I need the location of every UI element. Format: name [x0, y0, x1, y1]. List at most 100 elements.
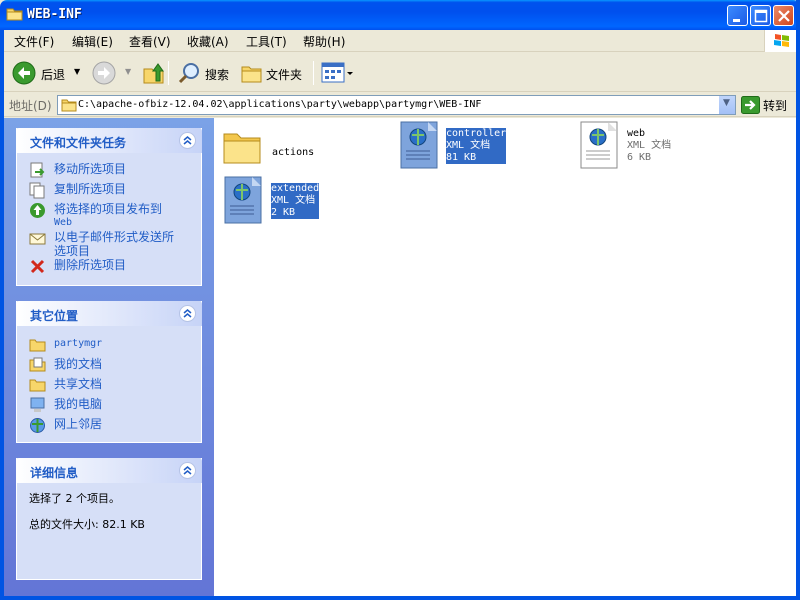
panel-title: 详细信息 [30, 466, 79, 480]
search-label[interactable]: 搜索 [205, 66, 229, 83]
task-publish-web[interactable]: 将选择的项目发布到 Web [29, 201, 193, 229]
file-list[interactable]: actions controller XML 文档 81 KB web XML … [214, 118, 796, 596]
email-icon [29, 230, 46, 250]
toolbar-separator [313, 61, 314, 85]
my-documents-icon [29, 357, 46, 375]
xml-document-icon [580, 121, 620, 172]
window-frame-right [796, 0, 800, 600]
explorer-window: WEB-INF 文件(F) 编辑(E) 查看(V) 收藏(A) 工具(T) 帮助… [0, 0, 800, 600]
task-move-selected[interactable]: 移动所选项目 [29, 161, 193, 181]
file-name: web [627, 128, 646, 139]
file-item-extended[interactable]: extended XML 文档 2 KB [224, 176, 374, 226]
place-network[interactable]: 网上邻居 [29, 416, 193, 436]
panel-title: 其它位置 [30, 309, 79, 323]
file-size: 81 KB [446, 152, 477, 163]
my-computer-icon [29, 397, 46, 417]
address-path[interactable]: C:\apache-ofbiz-12.04.02\applications\pa… [78, 99, 481, 110]
close-button[interactable] [773, 5, 794, 26]
task-pane: 文件和文件夹任务 移动所选项目 复制所选项目 将选择的项目发布到 Web 以电子… [4, 118, 214, 596]
file-type: XML 文档 [271, 195, 316, 206]
details-panel: 详细信息 选择了 2 个项目。 总的文件大小: 82.1 KB [16, 458, 202, 580]
file-size: 6 KB [627, 152, 652, 163]
address-bar: 地址(D) C:\apache-ofbiz-12.04.02\applicati… [0, 93, 800, 117]
views-button[interactable] [321, 61, 355, 85]
address-label: 地址(D) [9, 99, 52, 113]
panel-title: 文件和文件夹任务 [30, 136, 127, 150]
menu-favorites[interactable]: 收藏(A) [187, 33, 229, 50]
collapse-icon[interactable] [179, 305, 196, 322]
folder-icon [61, 98, 77, 115]
folder-icon [6, 7, 23, 21]
network-places-icon [29, 417, 46, 437]
menu-edit[interactable]: 编辑(E) [72, 33, 113, 50]
file-name: controller [446, 128, 507, 139]
back-button[interactable] [12, 61, 36, 85]
collapse-icon[interactable] [179, 462, 196, 479]
delete-icon [29, 258, 46, 278]
task-email-selected[interactable]: 以电子邮件形式发送所 选项目 [29, 229, 193, 257]
address-input[interactable]: C:\apache-ofbiz-12.04.02\applications\pa… [57, 95, 736, 115]
file-type: XML 文档 [627, 140, 672, 151]
toolbar-separator [168, 61, 169, 85]
details-header[interactable]: 详细信息 [16, 458, 202, 483]
folder-icon [29, 337, 46, 355]
file-item-actions[interactable]: actions [222, 126, 372, 176]
file-type: XML 文档 [446, 140, 491, 151]
views-icon [321, 62, 355, 88]
other-places-panel: 其它位置 partymgr 我的文档 共享文档 我的电脑 网上邻居 [16, 301, 202, 443]
file-item-controller[interactable]: controller XML 文档 81 KB [400, 121, 560, 171]
xml-document-icon [224, 176, 264, 227]
back-dropdown-icon[interactable]: ▼ [74, 67, 80, 76]
collapse-icon[interactable] [179, 132, 196, 149]
other-places-header[interactable]: 其它位置 [16, 301, 202, 326]
chevron-down-icon: ▼ [723, 98, 730, 108]
up-folder-button[interactable] [142, 61, 166, 85]
file-size: 2 KB [271, 207, 296, 218]
total-file-size: 总的文件大小: 82.1 KB [29, 518, 145, 531]
folders-icon [240, 66, 264, 88]
go-button[interactable]: 转到 [763, 97, 787, 114]
place-shared-documents[interactable]: 共享文档 [29, 376, 193, 396]
window-frame-bottom [0, 596, 800, 600]
forward-arrow-icon [92, 61, 116, 88]
window-title: WEB-INF [27, 7, 82, 22]
folders-label[interactable]: 文件夹 [266, 66, 302, 83]
back-arrow-icon [12, 61, 36, 88]
file-tasks-header[interactable]: 文件和文件夹任务 [16, 128, 202, 153]
forward-button[interactable] [92, 61, 116, 85]
menu-tools[interactable]: 工具(T) [246, 33, 287, 50]
go-arrow-icon[interactable] [741, 96, 760, 117]
place-my-computer[interactable]: 我的电脑 [29, 396, 193, 416]
menu-bar: 文件(F) 编辑(E) 查看(V) 收藏(A) 工具(T) 帮助(H) [0, 30, 800, 52]
shared-documents-icon [29, 377, 46, 395]
folder-icon [222, 126, 262, 169]
windows-logo-icon [764, 30, 800, 52]
menu-help[interactable]: 帮助(H) [303, 33, 345, 50]
task-delete-selected[interactable]: 删除所选项目 [29, 257, 193, 277]
search-button[interactable] [178, 61, 202, 85]
maximize-button[interactable] [750, 5, 771, 26]
copy-icon [29, 182, 46, 202]
xml-document-icon [400, 121, 440, 172]
place-partymgr[interactable]: partymgr [29, 336, 193, 356]
file-name: extended [271, 183, 320, 194]
file-tasks-panel: 文件和文件夹任务 移动所选项目 复制所选项目 将选择的项目发布到 Web 以电子… [16, 128, 202, 286]
up-folder-icon [142, 63, 166, 88]
minimize-button[interactable] [727, 5, 748, 26]
back-label[interactable]: 后退 [41, 66, 65, 83]
task-copy-selected[interactable]: 复制所选项目 [29, 181, 193, 201]
menu-file[interactable]: 文件(F) [14, 33, 54, 50]
file-item-web[interactable]: web XML 文档 6 KB [580, 121, 730, 171]
title-bar[interactable]: WEB-INF [0, 0, 800, 30]
file-name: actions [272, 147, 315, 158]
move-icon [29, 162, 46, 182]
forward-dropdown-icon[interactable]: ▼ [125, 67, 131, 76]
selection-count: 选择了 2 个项目。 [29, 492, 120, 505]
address-dropdown-button[interactable]: ▼ [718, 96, 735, 114]
folders-button[interactable] [240, 61, 264, 85]
place-my-documents[interactable]: 我的文档 [29, 356, 193, 376]
menu-view[interactable]: 查看(V) [129, 33, 171, 50]
toolbar: 后退 ▼ ▼ 搜索 文件夹 [0, 53, 800, 92]
search-icon [178, 63, 202, 88]
publish-web-icon [29, 202, 46, 222]
